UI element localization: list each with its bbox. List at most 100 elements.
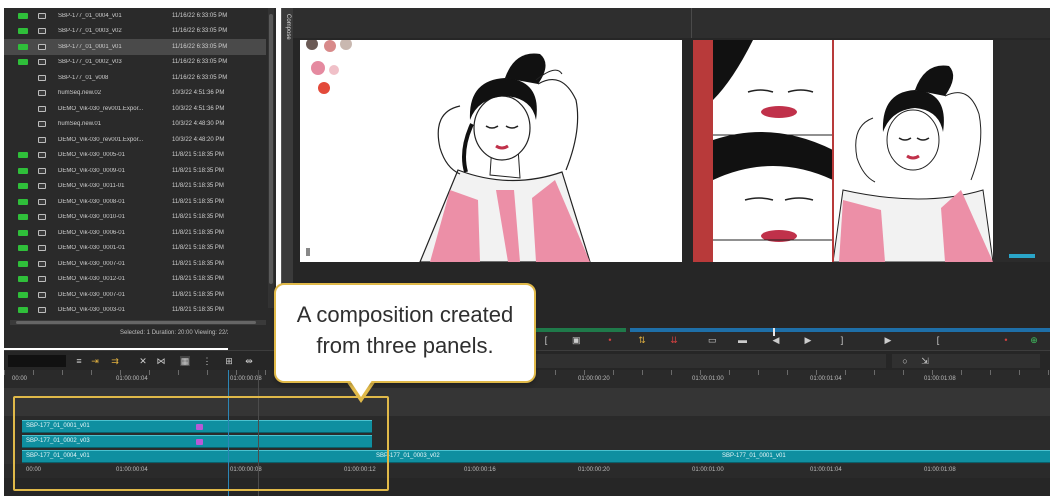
status-indicator-icon (18, 12, 28, 19)
compose-tab-label: Compose (285, 14, 291, 40)
file-list-row[interactable]: DEMO_Vik-030_0006-01 11/8/21 5:18:35 PM (4, 225, 266, 241)
timeline-zoom-field[interactable]: ○ ⇲ (892, 354, 1040, 368)
overwrite-icon[interactable]: ⇉ (110, 356, 120, 366)
timeline-timecode-display[interactable] (8, 355, 66, 367)
status-indicator-icon (18, 28, 28, 35)
timeline-clip[interactable]: SBP-177_01_0003_v02 (372, 450, 718, 463)
add-marker-icon[interactable]: ⇅ (638, 336, 646, 345)
ruler-tick (584, 370, 585, 375)
file-list-row[interactable]: SBP-177_01_0004_v01 11/16/22 6:33:05 PM (4, 8, 266, 24)
step-back-icon[interactable]: ◀ (772, 336, 780, 345)
mark-in-icon[interactable]: [ (542, 336, 550, 345)
file-list-row[interactable]: DEMO_Vik-030_0007-01 11/8/21 5:18:35 PM (4, 256, 266, 272)
ruler-tick-label: 01:00:01:04 (810, 376, 842, 382)
file-list-row[interactable]: DEMO_Vik-030_0008-01 11/8/21 5:18:35 PM (4, 194, 266, 210)
list-icon[interactable]: ≡ (74, 356, 84, 366)
file-date: 11/16/22 6:33:05 PM (172, 74, 228, 81)
list-status-text: Selected: 1 Duration: 20:00 Viewing: 22/… (120, 330, 234, 336)
screen-icon[interactable]: ▬ (738, 336, 747, 345)
step-forward-icon[interactable]: ▶ (804, 336, 812, 345)
align-icon[interactable]: ⇹ (244, 356, 254, 366)
clip-label: SBP-177_01_0001_v01 (26, 423, 90, 429)
ruler-tick (207, 370, 208, 375)
timeline-empty-track (4, 388, 1050, 416)
timeline-clip[interactable]: SBP-177_01_0001_v01 (718, 450, 1050, 463)
ruler-tick-label: 01:00:00:04 (116, 467, 148, 473)
ruler-tick (758, 370, 759, 375)
file-list-row[interactable]: SBP-177_01_v008 11/16/22 6:33:05 PM (4, 70, 266, 86)
timeline-area: 00:00 01:00:00:04 01:00:00:08 01:00:00:20 01… (4, 370, 1050, 496)
ruler-tick (236, 370, 237, 375)
mark-out-icon[interactable]: ] (838, 336, 846, 345)
file-list-row[interactable]: DEMO_Vik-030_0003-01 11/8/21 5:18:35 PM (4, 303, 266, 319)
play-icon[interactable]: ▶ (884, 336, 892, 345)
file-date: 11/8/21 5:18:35 PM (172, 214, 224, 221)
timeline-playhead[interactable] (228, 370, 229, 496)
file-list-row[interactable]: DEMO_Vik-030_0005-01 11/8/21 5:18:35 PM (4, 148, 266, 164)
file-name: DEMO_Vik-030_rev001.Expor... (58, 136, 144, 143)
clip-label: SBP-177_01_0003_v02 (376, 453, 440, 459)
list-horizontal-scrollbar[interactable] (10, 320, 266, 325)
file-list-row[interactable]: DEMO_Vik-030_0001-01 11/8/21 5:18:35 PM (4, 241, 266, 257)
file-date: 11/8/21 5:18:35 PM (172, 198, 224, 205)
snap-icon[interactable]: ▦ (180, 356, 190, 366)
file-list-row[interactable]: SBP-177_01_0001_v01 11/16/22 6:33:05 PM (4, 39, 266, 55)
ruler-tick (178, 370, 179, 375)
clip-fx-badge-icon[interactable] (196, 439, 203, 445)
callout-pointer-fill (349, 379, 373, 397)
timeline-ruler-bottom[interactable]: 00:00 01:00:00:04 01:00:00:08 01:00:00:12 01… (4, 464, 1050, 478)
ruler-tick (265, 370, 266, 375)
clip-fx-badge-icon[interactable] (196, 424, 203, 430)
grid-icon[interactable]: ⊞ (224, 356, 234, 366)
list-horizontal-scroll-thumb[interactable] (16, 321, 256, 324)
record-icon-2[interactable]: • (1002, 336, 1010, 345)
zoom-fit-icon[interactable]: ⇲ (920, 356, 930, 366)
remove-marker-icon[interactable]: ⇊ (670, 336, 678, 345)
file-list-row[interactable]: DEMO_Vik-030_0011-01 11/8/21 5:18:35 PM (4, 179, 266, 195)
callout-line-2: from three panels. (316, 333, 494, 358)
app-window: SBP-177_01_0004_v01 11/16/22 6:33:05 PM SB… (0, 0, 1050, 496)
file-list-row[interactable]: DEMO_Vik-030_0012-01 11/8/21 5:18:35 PM (4, 272, 266, 288)
file-list-row[interactable]: DEMO_Vik-030_0010-01 11/8/21 5:18:35 PM (4, 210, 266, 226)
ruler-tick (961, 370, 962, 375)
cut-icon[interactable]: ✕ (138, 356, 148, 366)
file-date: 11/16/22 6:33:05 PM (172, 28, 228, 35)
ruler-tick-label: 01:00:01:00 (692, 376, 724, 382)
file-list-row[interactable]: DEMO_Vik-030_0007-01 11/8/21 5:18:35 PM (4, 287, 266, 303)
frame-icon[interactable]: ▣ (572, 336, 581, 345)
file-list-row[interactable]: SBP-177_01_0002_v03 11/16/22 6:33:05 PM (4, 55, 266, 71)
insert-icon[interactable]: ⇥ (90, 356, 100, 366)
timeline-clip[interactable]: SBP-177_01_0001_v01 (22, 420, 372, 433)
file-name: DEMO_Vik-030_0005-01 (58, 152, 125, 159)
status-indicator-icon (18, 229, 28, 236)
file-list-row[interactable]: humSeq.new.01 10/3/22 4:48:30 PM (4, 117, 266, 133)
timeline-playhead-secondary (258, 370, 259, 496)
zoom-circle-icon[interactable]: ○ (900, 356, 910, 366)
status-indicator-icon (18, 121, 28, 127)
file-date: 11/8/21 5:18:35 PM (172, 229, 224, 236)
bracket-in-icon[interactable]: [ (934, 336, 942, 345)
status-indicator-icon (18, 43, 28, 50)
file-list-row[interactable]: DEMO_Vik-030_rev001.Expor... 10/3/22 4:48… (4, 132, 266, 148)
list-vertical-scroll-thumb[interactable] (269, 14, 273, 284)
list-vertical-scrollbar[interactable] (268, 8, 274, 308)
monitor-icon[interactable]: ▭ (708, 336, 717, 345)
timeline-clip[interactable]: SBP-177_01_0004_v01 (22, 450, 372, 463)
file-name: DEMO_Vik-030_0009-01 (58, 167, 125, 174)
ruler-tick-label: 01:00:00:20 (578, 376, 610, 382)
file-name: DEMO_Vik-030_0007-01 (58, 260, 125, 267)
transport-progress-blue[interactable] (630, 328, 1050, 332)
file-list-row[interactable]: SBP-177_01_0003_v02 11/16/22 6:33:05 PM (4, 24, 266, 40)
file-browser: SBP-177_01_0004_v01 11/16/22 6:33:05 PM SB… (4, 8, 276, 326)
file-list-row[interactable]: humSeq.new.02 10/3/22 4:51:36 PM (4, 86, 266, 102)
timeline-clip[interactable]: SBP-177_01_0002_v03 (22, 435, 372, 448)
file-list-row[interactable]: DEMO_Vik-030_0009-01 11/8/21 5:18:35 PM (4, 163, 266, 179)
ruler-tick-label: 01:00:01:00 (692, 467, 724, 473)
add-track-icon[interactable]: ⊕ (1030, 336, 1038, 345)
record-icon[interactable]: • (606, 336, 614, 345)
ruler-tick (700, 370, 701, 375)
file-name: DEMO_Vik-030_0010-01 (58, 214, 125, 221)
split-icon[interactable]: ⋮ (202, 356, 212, 366)
razor-icon[interactable]: ⋈ (156, 356, 166, 366)
file-list-row[interactable]: DEMO_Vik-030_rev001.Expor... 10/3/22 4:51… (4, 101, 266, 117)
